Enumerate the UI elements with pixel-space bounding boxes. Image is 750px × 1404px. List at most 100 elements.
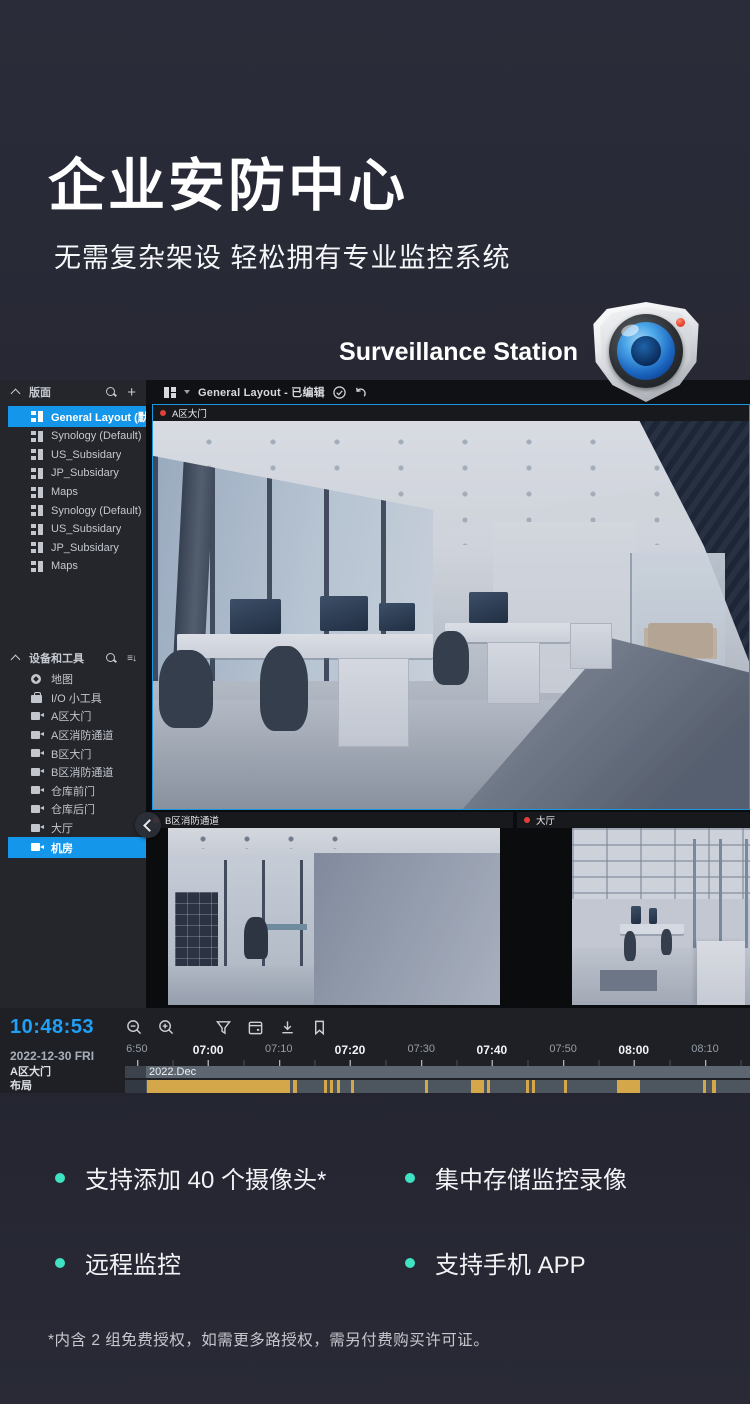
scene-shape	[624, 931, 636, 961]
layout-grid-icon[interactable]	[164, 387, 176, 398]
devices-section-header[interactable]: 设备和工具 ≡↓	[0, 646, 146, 670]
time-tick-label: 08:00	[618, 1043, 649, 1057]
scene-shape	[493, 522, 636, 693]
timeline-row-layout: 布局	[0, 1080, 750, 1094]
scene-shape	[224, 860, 314, 970]
camera-tile-main[interactable]: A区大门	[152, 404, 750, 810]
scene-shape	[168, 853, 314, 966]
camera-icon	[31, 730, 44, 741]
add-layout-button[interactable]: +	[127, 387, 136, 398]
scene-shape	[230, 599, 281, 634]
device-list-item[interactable]: 大厅	[0, 819, 146, 838]
filter-icon[interactable]	[215, 1019, 232, 1036]
chevron-down-icon[interactable]	[184, 390, 190, 394]
timeline-row-label: 布局	[10, 1080, 32, 1093]
time-tick-label: 07:10	[265, 1043, 293, 1055]
scene-shape	[260, 646, 308, 731]
scene-shape	[153, 700, 749, 809]
scene-shape	[588, 421, 749, 662]
office-scene	[153, 421, 749, 809]
scene-shape	[379, 603, 415, 630]
scene-shape	[487, 642, 541, 704]
scene-shape	[570, 623, 612, 670]
license-footnote: *内含 2 组免费授权，如需更多路授权，需另付费购买许可证。	[48, 1328, 489, 1350]
layout-icon	[31, 561, 44, 572]
search-icon[interactable]	[106, 387, 117, 398]
recording-segment	[532, 1080, 535, 1093]
undo-icon[interactable]	[354, 386, 367, 399]
zoom-out-icon[interactable]	[126, 1019, 143, 1036]
recording-segment	[351, 1080, 354, 1093]
camera-tile-bottom-right[interactable]: 大厅	[517, 812, 750, 1005]
device-list-item[interactable]: 仓库后门	[0, 800, 146, 819]
scene-shape	[469, 592, 508, 623]
surveillance-app-window: General Layout - 已编辑 版面 + Gen	[0, 380, 750, 1093]
layout-list-item[interactable]: Synology (Default)	[0, 501, 146, 520]
time-tick-label: 08:10	[691, 1043, 719, 1055]
search-icon[interactable]	[106, 653, 117, 664]
device-list-item[interactable]: 机房	[8, 837, 146, 858]
scene-shape	[631, 906, 642, 924]
device-list-item[interactable]: B区大门	[0, 744, 146, 763]
calendar-icon[interactable]	[247, 1019, 264, 1036]
layout-icon	[31, 542, 44, 553]
sidebar-collapse-button[interactable]	[135, 812, 161, 838]
layout-list-item[interactable]: General Layout (默认)	[8, 406, 146, 427]
sort-icon[interactable]: ≡↓	[127, 653, 136, 664]
recording-segment	[712, 1080, 716, 1093]
layout-list-item[interactable]: US_Subsidary	[0, 520, 146, 539]
camera-tile-bottom-left[interactable]: B区消防通道	[146, 812, 513, 1005]
feature-item: 支持手机 APP	[405, 1245, 715, 1280]
layout-icon	[31, 468, 44, 479]
layout-list-item[interactable]: JP_Subsidary	[0, 464, 146, 483]
bookmark-icon[interactable]	[311, 1019, 328, 1036]
layouts-section-header[interactable]: 版面 +	[0, 380, 146, 404]
scene-shape	[600, 970, 657, 991]
layout-list: General Layout (默认) Synology (Default) U…	[0, 406, 146, 576]
download-icon[interactable]	[279, 1019, 296, 1036]
feature-item: 远程监控	[55, 1245, 405, 1280]
camera-video-feed[interactable]	[168, 828, 500, 1005]
timeline-ruler[interactable]: 6:5007:0007:1007:2007:3007:4007:5008:000…	[125, 1041, 750, 1066]
scene-shape	[697, 941, 745, 1005]
recording-segment	[293, 1080, 297, 1093]
scene-shape	[693, 839, 750, 956]
time-tick-label: 07:50	[549, 1043, 577, 1055]
layout-list-item[interactable]: US_Subsidary	[0, 446, 146, 465]
camera-icon	[31, 711, 44, 722]
device-list: 地图 I/O 小工具 A区大门 A区消防通道 B区大门	[0, 670, 146, 858]
camera-video-feed[interactable]	[153, 421, 749, 809]
device-list-item[interactable]: 仓库前门	[0, 782, 146, 801]
camera-video-feed[interactable]	[572, 828, 750, 1005]
layout-list-item[interactable]: JP_Subsidary	[0, 539, 146, 558]
hall-scene	[572, 828, 750, 1005]
zoom-in-icon[interactable]	[158, 1019, 175, 1036]
recording-segment	[330, 1080, 333, 1093]
scene-shape	[153, 456, 433, 681]
layout-list-item[interactable]: Synology (Default)	[0, 427, 146, 446]
chevron-up-icon[interactable]	[12, 388, 20, 396]
timeline-track[interactable]	[125, 1080, 750, 1093]
bullet-dot-icon	[405, 1258, 415, 1268]
recording-dot-icon	[160, 410, 166, 416]
layout-list-item[interactable]: Maps	[0, 557, 146, 576]
device-list-item[interactable]: I/O 小工具	[0, 689, 146, 708]
layout-icon	[31, 505, 44, 516]
device-list-item[interactable]: A区消防通道	[0, 726, 146, 745]
surveillance-station-icon	[590, 302, 702, 402]
device-list-item[interactable]: 地图	[0, 670, 146, 689]
scene-shape	[433, 631, 469, 685]
scene-shape	[177, 634, 433, 657]
layout-list-item[interactable]: Maps	[0, 483, 146, 502]
scene-shape	[463, 638, 749, 809]
time-tick-label: 07:20	[335, 1043, 366, 1057]
device-list-item[interactable]: B区消防通道	[0, 763, 146, 782]
timeline-track[interactable]: 2022.Dec	[125, 1066, 750, 1078]
recording-segment	[337, 1080, 340, 1093]
scene-shape	[649, 908, 658, 924]
save-check-icon[interactable]	[333, 386, 346, 399]
scene-shape	[175, 892, 218, 970]
chevron-up-icon[interactable]	[12, 654, 20, 662]
device-list-item[interactable]: A区大门	[0, 707, 146, 726]
scene-shape	[338, 658, 410, 747]
